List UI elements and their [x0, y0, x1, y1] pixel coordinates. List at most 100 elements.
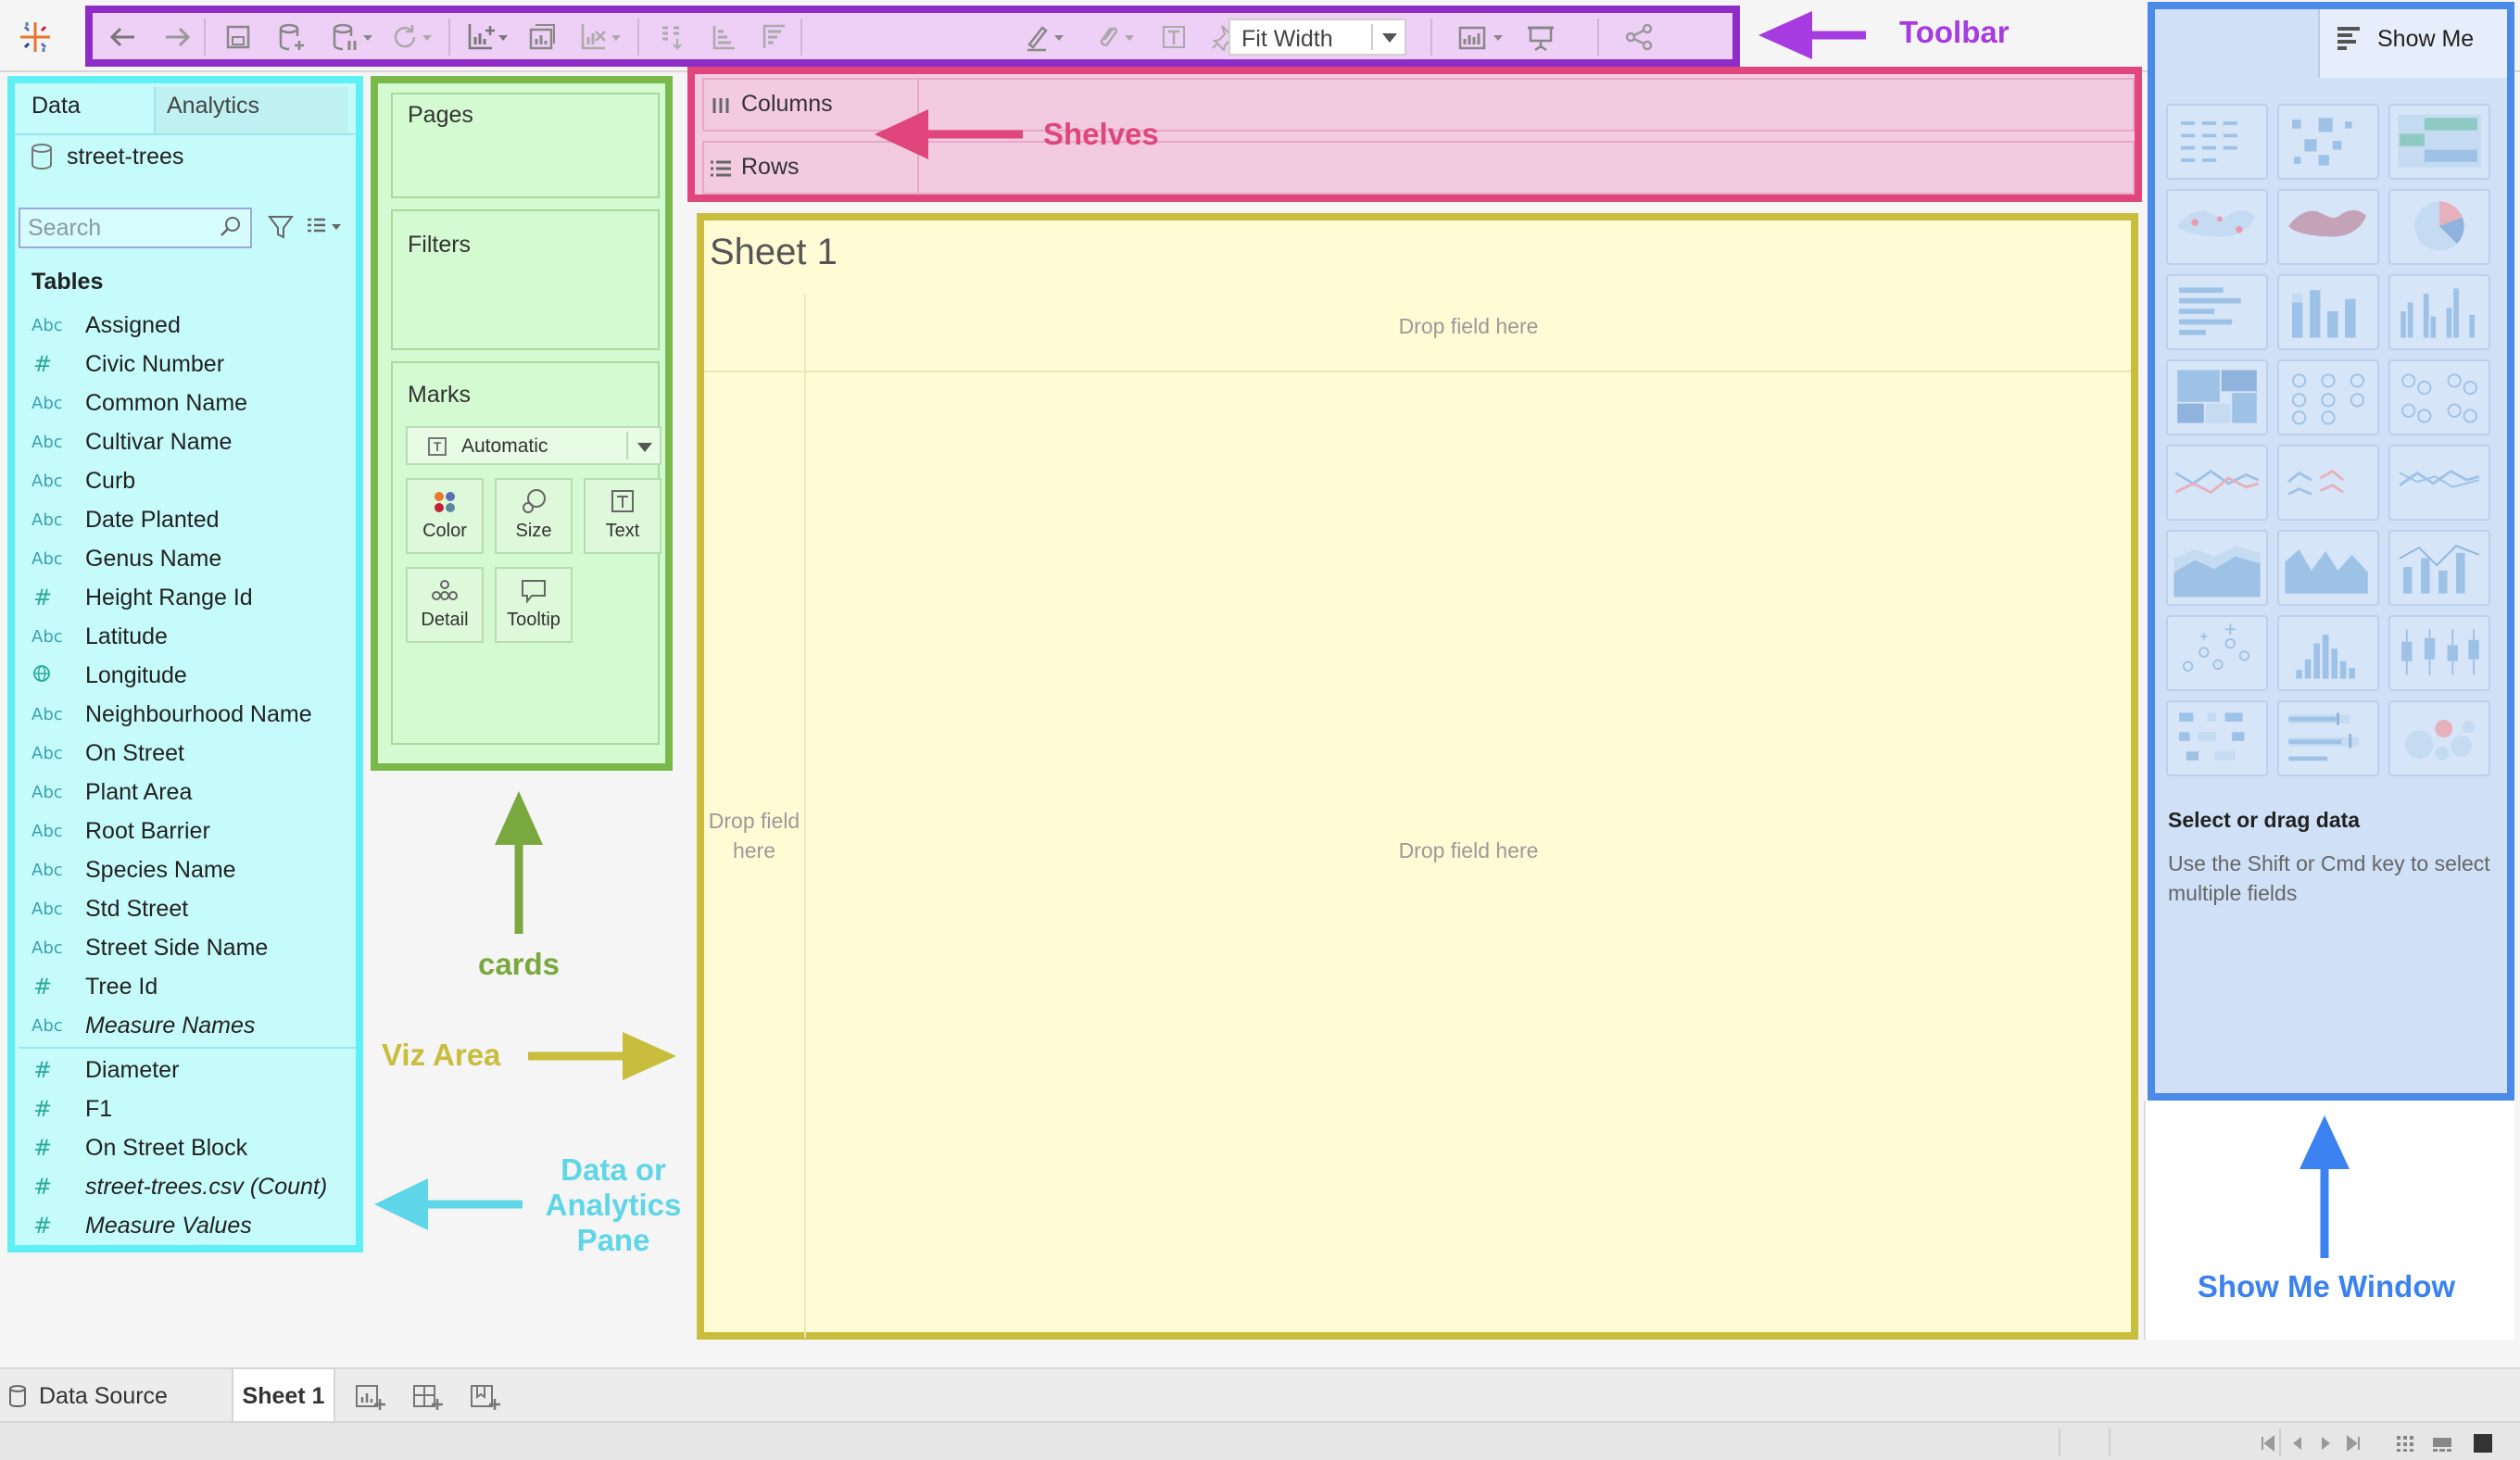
treemap-thumb[interactable]	[2166, 359, 2268, 435]
size-button[interactable]: Size	[495, 478, 573, 554]
new-dashboard-icon[interactable]	[411, 1380, 443, 1412]
tab-data[interactable]: Data	[20, 87, 92, 125]
sort-ascending-icon[interactable]	[706, 20, 741, 54]
field-item[interactable]: Abc Date Planted	[15, 500, 356, 539]
datasource-item[interactable]: street-trees	[30, 143, 183, 170]
filters-card[interactable]: Filters	[391, 209, 660, 350]
side-by-side-circles-thumb[interactable]	[2388, 359, 2490, 435]
highlight-table-thumb[interactable]	[2388, 104, 2490, 180]
data-source-tab[interactable]: Data Source	[7, 1369, 168, 1423]
sort-descending-icon[interactable]	[756, 20, 791, 54]
share-icon[interactable]	[1621, 20, 1657, 54]
show-me-toggle[interactable]: Show Me	[2318, 9, 2507, 78]
field-item[interactable]: Abc Root Barrier	[15, 812, 356, 850]
circle-view-thumb[interactable]	[2277, 359, 2379, 435]
gantt-chart-thumb[interactable]	[2166, 700, 2268, 776]
chevron-down-icon[interactable]	[421, 31, 434, 44]
field-item[interactable]: Abc Curb	[15, 461, 356, 500]
new-data-source-icon[interactable]	[274, 20, 309, 54]
forward-arrow-icon[interactable]	[159, 20, 195, 54]
field-item[interactable]: Longitude	[15, 656, 356, 695]
save-icon[interactable]	[220, 20, 256, 54]
tableau-logo-icon[interactable]	[17, 19, 54, 56]
dual-combination-thumb[interactable]	[2388, 530, 2490, 606]
chevron-down-icon[interactable]	[1492, 31, 1505, 44]
field-item[interactable]: # Civic Number	[15, 345, 356, 384]
field-item[interactable]: Abc Latitude	[15, 617, 356, 656]
filled-map-thumb[interactable]	[2277, 189, 2379, 265]
packed-bubbles-thumb[interactable]	[2388, 700, 2490, 776]
search-input[interactable]: Search	[19, 208, 252, 248]
field-item[interactable]: Abc Cultivar Name	[15, 422, 356, 461]
group-members-icon[interactable]	[1090, 20, 1125, 54]
swap-rows-columns-icon[interactable]	[654, 20, 689, 54]
field-item[interactable]: Abc Assigned	[15, 306, 356, 345]
pause-updates-icon[interactable]	[328, 20, 363, 54]
field-item[interactable]: Abc Neighbourhood Name	[15, 695, 356, 734]
field-item[interactable]: Abc Common Name	[15, 384, 356, 422]
show-filmstrip-icon[interactable]	[2394, 1432, 2416, 1454]
sheet-title[interactable]: Sheet 1	[710, 232, 838, 273]
pages-card[interactable]: Pages	[391, 93, 660, 198]
drop-zone-columns[interactable]: Drop field here	[806, 311, 2131, 341]
field-item[interactable]: Abc Species Name	[15, 850, 356, 889]
field-item[interactable]: Abc Street Side Name	[15, 928, 356, 967]
field-item[interactable]: Abc Genus Name	[15, 539, 356, 578]
field-item[interactable]: # F1	[15, 1089, 356, 1128]
chevron-down-icon[interactable]	[610, 31, 623, 44]
symbol-map-thumb[interactable]	[2166, 189, 2268, 265]
pie-chart-thumb[interactable]	[2388, 189, 2490, 265]
sheet-1-tab[interactable]: Sheet 1	[232, 1369, 335, 1423]
new-worksheet-icon[interactable]	[463, 20, 498, 54]
show-cards-icon[interactable]	[1455, 20, 1490, 54]
chevron-down-icon[interactable]	[1052, 31, 1065, 44]
field-item[interactable]: # Measure Values	[15, 1206, 356, 1245]
filter-icon[interactable]	[265, 211, 296, 243]
field-item[interactable]: Abc Measure Names	[15, 1006, 356, 1045]
drop-zone-rows[interactable]: Drop field here	[708, 806, 800, 865]
field-item[interactable]: # On Street Block	[15, 1128, 356, 1167]
field-item[interactable]: Abc Std Street	[15, 889, 356, 928]
fit-width-select[interactable]: Fit Width	[1228, 19, 1406, 56]
new-worksheet-icon[interactable]	[354, 1380, 385, 1412]
highlight-icon[interactable]	[1019, 20, 1054, 54]
text-table-thumb[interactable]	[2166, 104, 2268, 180]
tooltip-button[interactable]: Tooltip	[495, 567, 573, 643]
stacked-bars-thumb[interactable]	[2277, 274, 2379, 350]
area-discrete-thumb[interactable]	[2277, 530, 2379, 606]
field-item[interactable]: # Tree Id	[15, 967, 356, 1006]
field-item[interactable]: # street-trees.csv (Count)	[15, 1167, 356, 1206]
color-button[interactable]: Color	[406, 478, 484, 554]
presentation-mode-icon[interactable]	[1523, 20, 1558, 54]
first-sheet-icon[interactable]	[2257, 1432, 2279, 1454]
field-item[interactable]: # Diameter	[15, 1051, 356, 1089]
last-sheet-icon[interactable]	[2342, 1432, 2364, 1454]
side-by-side-bars-thumb[interactable]	[2388, 274, 2490, 350]
chevron-down-icon[interactable]	[1123, 31, 1136, 44]
field-item[interactable]: Abc On Street	[15, 734, 356, 773]
refresh-icon[interactable]	[387, 20, 422, 54]
tab-analytics[interactable]: Analytics	[154, 87, 348, 133]
horizontal-bars-thumb[interactable]	[2166, 274, 2268, 350]
drop-zone-center[interactable]: Drop field here	[806, 836, 2131, 865]
histogram-thumb[interactable]	[2277, 615, 2379, 691]
previous-sheet-icon[interactable]	[2287, 1432, 2309, 1454]
heat-map-thumb[interactable]	[2277, 104, 2379, 180]
continuous-lines-thumb[interactable]	[2166, 445, 2268, 521]
field-item[interactable]: Abc Plant Area	[15, 773, 356, 812]
chevron-down-icon[interactable]	[497, 31, 510, 44]
discrete-lines-thumb[interactable]	[2277, 445, 2379, 521]
field-item[interactable]: # Height Range Id	[15, 578, 356, 617]
chevron-down-icon[interactable]	[361, 31, 374, 44]
duplicate-sheet-icon[interactable]	[524, 20, 560, 54]
detail-button[interactable]: Detail	[406, 567, 484, 643]
next-sheet-icon[interactable]	[2314, 1432, 2337, 1454]
back-arrow-icon[interactable]	[106, 20, 141, 54]
view-list-icon[interactable]	[304, 211, 345, 243]
bullet-graph-thumb[interactable]	[2277, 700, 2379, 776]
clear-sheet-icon[interactable]	[576, 20, 611, 54]
show-tabs-icon[interactable]	[2472, 1432, 2494, 1454]
scatter-plot-thumb[interactable]	[2166, 615, 2268, 691]
box-whisker-thumb[interactable]	[2388, 615, 2490, 691]
mark-type-select[interactable]: T Automatic	[406, 426, 662, 465]
